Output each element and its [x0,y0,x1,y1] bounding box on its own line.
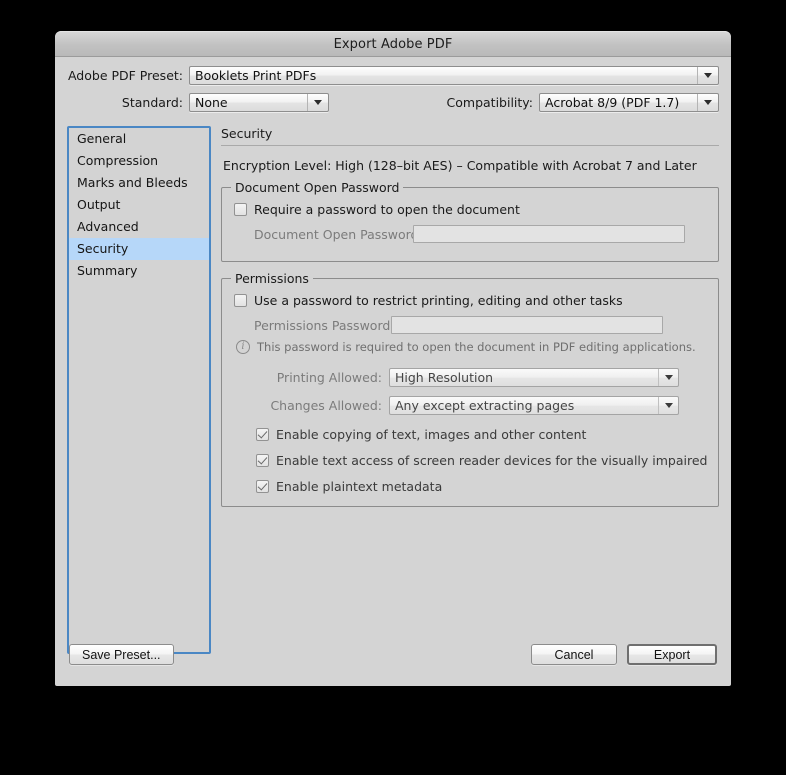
permissions-legend: Permissions [231,271,313,286]
compatibility-label: Compatibility: [446,95,533,110]
permissions-info-text: This password is required to open the do… [257,340,696,354]
printing-allowed-dropdown[interactable]: High Resolution [389,368,679,387]
adobe-pdf-preset-value: Booklets Print PDFs [195,68,317,83]
enable-copying-checkbox[interactable] [256,428,269,441]
enable-screen-reader-checkbox[interactable] [256,454,269,467]
document-open-password-input[interactable] [413,225,685,243]
chevron-down-icon[interactable] [697,94,718,111]
export-adobe-pdf-dialog: Export Adobe PDF Adobe PDF Preset: Bookl… [55,31,731,686]
printing-allowed-row: Printing Allowed: High Resolution [234,368,706,387]
encryption-level-text: Encryption Level: High (128–bit AES) – C… [223,158,697,173]
export-button[interactable]: Export [627,644,717,665]
sidebar-item-compression[interactable]: Compression [69,150,209,172]
document-open-password-group: Document Open Password Require a passwor… [221,180,719,262]
adobe-pdf-preset-label: Adobe PDF Preset: [67,68,183,83]
enable-plaintext-metadata-label: Enable plaintext metadata [276,479,443,494]
chevron-down-icon[interactable] [658,369,678,386]
sidebar-item-general[interactable]: General [69,128,209,150]
compatibility-value: Acrobat 8/9 (PDF 1.7) [545,95,680,110]
permissions-password-label: Permissions Password: [254,317,395,333]
changes-allowed-row: Changes Allowed: Any except extracting p… [234,396,706,415]
use-password-restrict-label: Use a password to restrict printing, edi… [254,293,623,308]
use-password-restrict-checkbox[interactable] [234,294,247,307]
enable-plaintext-metadata-row[interactable]: Enable plaintext metadata [256,479,706,494]
sidebar-item-security[interactable]: Security [69,238,209,260]
window-title-bar[interactable]: Export Adobe PDF [55,31,731,57]
standard-label: Standard: [121,95,183,110]
adobe-pdf-preset-dropdown[interactable]: Booklets Print PDFs [189,66,719,85]
printing-allowed-label: Printing Allowed: [276,370,382,385]
chevron-down-icon[interactable] [307,94,328,111]
compatibility-dropdown[interactable]: Acrobat 8/9 (PDF 1.7) [539,93,719,112]
permissions-password-input[interactable] [391,316,663,334]
permissions-info-row: i This password is required to open the … [234,340,706,354]
standard-value: None [195,95,228,110]
changes-allowed-value: Any except extracting pages [395,398,575,413]
enable-screen-reader-row[interactable]: Enable text access of screen reader devi… [256,453,708,468]
permissions-group: Permissions Use a password to restrict p… [221,271,719,507]
document-open-password-row: Document Open Password: [234,225,706,243]
enable-screen-reader-label: Enable text access of screen reader devi… [276,453,708,468]
dialog-footer: Save Preset... Cancel Export [55,634,731,686]
printing-allowed-value: High Resolution [395,370,494,385]
require-password-row[interactable]: Require a password to open the document [234,202,706,217]
cancel-button[interactable]: Cancel [531,644,617,665]
sidebar-item-marks-and-bleeds[interactable]: Marks and Bleeds [69,172,209,194]
changes-allowed-label: Changes Allowed: [270,398,382,413]
permission-options-list: Enable copying of text, images and other… [234,427,708,494]
standard-dropdown[interactable]: None [189,93,329,112]
window-title: Export Adobe PDF [333,36,453,52]
require-password-checkbox[interactable] [234,203,247,216]
document-open-password-legend: Document Open Password [231,180,404,195]
sidebar-item-advanced[interactable]: Advanced [69,216,209,238]
panel-title: Security [221,126,273,141]
use-password-restrict-row[interactable]: Use a password to restrict printing, edi… [234,293,706,308]
sidebar-item-summary[interactable]: Summary [69,260,209,282]
enable-plaintext-metadata-checkbox[interactable] [256,480,269,493]
info-circle-icon: i [236,340,250,354]
sidebar-item-output[interactable]: Output [69,194,209,216]
preset-settings-area: Adobe PDF Preset: Booklets Print PDFs St… [55,57,731,126]
enable-copying-label: Enable copying of text, images and other… [276,427,587,442]
dialog-content-area: General Compression Marks and Bleeds Out… [55,126,731,656]
require-password-label: Require a password to open the document [254,202,520,217]
panel-divider [221,145,719,146]
document-open-password-label: Document Open Password: [254,226,423,242]
chevron-down-icon[interactable] [658,397,678,414]
chevron-down-icon[interactable] [697,67,718,84]
security-panel: Security Encryption Level: High (128–bit… [221,126,719,523]
enable-copying-row[interactable]: Enable copying of text, images and other… [256,427,706,442]
permissions-password-row: Permissions Password: [234,316,706,334]
standard-compatibility-row: Standard: None Compatibility: Acrobat 8/… [67,93,719,112]
save-preset-button[interactable]: Save Preset... [69,644,174,665]
adobe-pdf-preset-row: Adobe PDF Preset: Booklets Print PDFs [67,66,719,85]
changes-allowed-dropdown[interactable]: Any except extracting pages [389,396,679,415]
settings-category-sidebar[interactable]: General Compression Marks and Bleeds Out… [67,126,211,654]
